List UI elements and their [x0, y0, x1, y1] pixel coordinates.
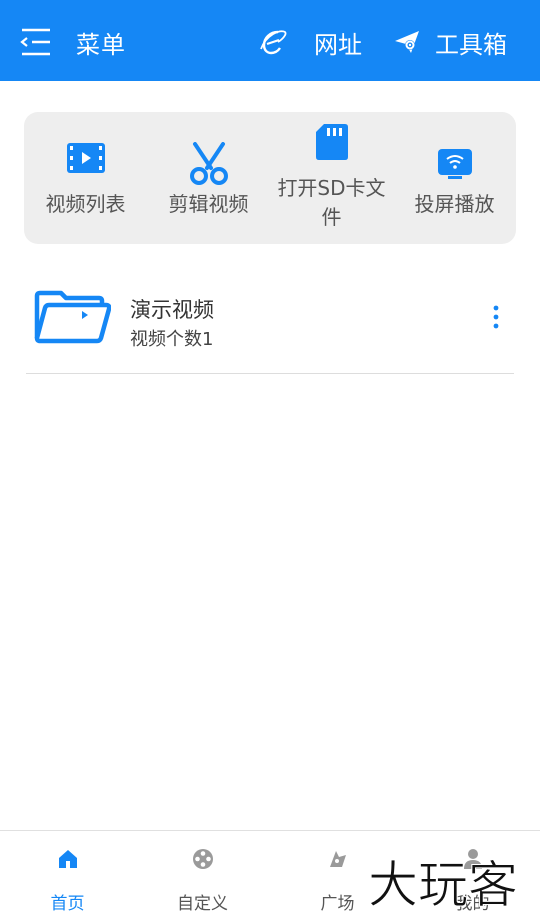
edit-video-label: 剪辑视频: [168, 192, 249, 216]
open-sd-card-button[interactable]: 打开SD卡文件: [270, 112, 393, 244]
video-list-icon: [66, 143, 105, 173]
menu-label: 菜单: [76, 30, 126, 59]
more-vert-icon[interactable]: [486, 304, 506, 330]
svg-text:大玩客: 大玩客: [368, 856, 518, 912]
url-button[interactable]: 网址: [258, 22, 362, 62]
url-label: 网址: [314, 30, 362, 59]
folder-icon: [34, 290, 111, 344]
browser-icon: [260, 30, 287, 55]
cast-play-button[interactable]: 投屏播放: [393, 112, 516, 244]
item-subtitle: 视频个数1: [130, 329, 214, 350]
toolbox-button[interactable]: 工具箱: [393, 22, 507, 62]
video-list-label: 视频列表: [45, 192, 126, 216]
cast-screen-icon: [437, 149, 472, 179]
top-app-bar: 菜单 网址 工具箱: [0, 0, 540, 81]
tab-custom-label: 自定义: [177, 894, 228, 914]
video-list-button[interactable]: 视频列表: [24, 112, 147, 244]
paper-plane-gear-icon: [395, 31, 419, 53]
scissors-icon: [189, 142, 228, 185]
edit-video-button[interactable]: 剪辑视频: [147, 112, 270, 244]
open-sd-card-label: 打开SD卡文件: [277, 176, 386, 229]
tab-custom[interactable]: 自定义: [135, 831, 270, 921]
film-reel-icon: [192, 849, 213, 869]
toolbox-label: 工具箱: [435, 30, 507, 59]
menu-button[interactable]: 菜单: [18, 22, 126, 62]
plaza-icon: [329, 851, 346, 867]
cast-play-label: 投屏播放: [414, 192, 495, 216]
menu-icon: [20, 28, 50, 56]
quick-actions-panel: 视频列表 剪辑视频 打开SD卡文件 投屏播放: [24, 112, 516, 244]
sd-card-icon: [315, 124, 348, 160]
tab-home-label: 首页: [50, 894, 85, 914]
watermark-logo: 大玩客: [368, 856, 519, 913]
item-title: 演示视频: [130, 298, 214, 322]
list-item[interactable]: 演示视频 视频个数1: [26, 272, 514, 374]
home-icon: [58, 850, 77, 868]
tab-home[interactable]: 首页: [0, 831, 135, 921]
